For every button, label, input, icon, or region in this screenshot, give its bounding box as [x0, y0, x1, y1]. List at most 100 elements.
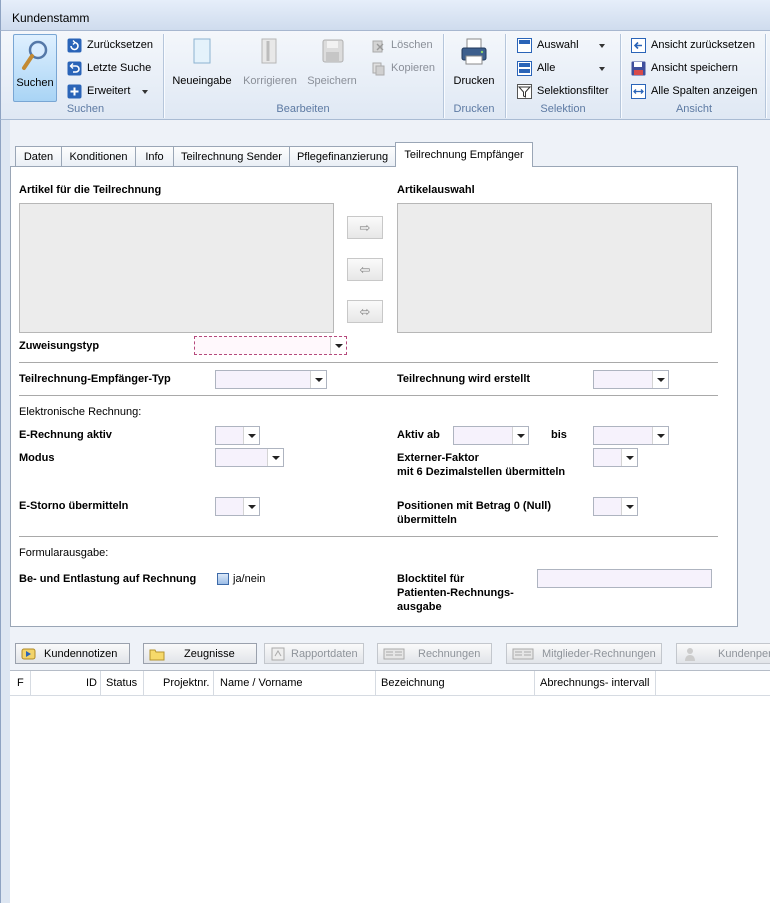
tab-teilrechnung-empfaenger[interactable]: Teilrechnung Empfänger — [395, 142, 533, 167]
reset-search-button[interactable]: Zurücksetzen — [67, 36, 159, 56]
invoice-icon — [512, 648, 534, 660]
tab-teilrechnung-sender[interactable]: Teilrechnung Sender — [173, 146, 290, 167]
created-select[interactable] — [593, 370, 669, 389]
active-from-select[interactable] — [453, 426, 529, 445]
null-pos-select[interactable] — [593, 497, 638, 516]
e-invoice-active-select[interactable] — [215, 426, 260, 445]
column-header-status[interactable]: Status — [106, 677, 137, 689]
last-search-label: Letzte Suche — [87, 62, 152, 74]
customer-grid[interactable] — [10, 670, 770, 903]
filter-icon — [517, 84, 532, 99]
columns-icon — [631, 84, 646, 99]
reset-view-button[interactable]: Ansicht zurücksetzen — [631, 36, 759, 56]
customer-notes-button[interactable]: Kundennotizen — [15, 643, 130, 664]
chevron-down-icon[interactable] — [310, 371, 326, 388]
null-pos-label-2: übermitteln — [397, 514, 457, 526]
column-header-abrechnungsintervall[interactable]: Abrechnungs- intervall — [540, 677, 649, 689]
copy-icon — [372, 62, 385, 76]
new-entry-label: Neueingabe — [172, 75, 232, 87]
move-left-button[interactable]: ⇦ — [347, 258, 383, 281]
chevron-down-icon[interactable] — [330, 337, 346, 354]
block-title-input[interactable] — [537, 569, 712, 588]
reset-search-label: Zurücksetzen — [87, 39, 154, 51]
chevron-down-icon — [599, 44, 605, 48]
copy-label: Kopieren — [391, 62, 436, 74]
tab-konditionen[interactable]: Konditionen — [61, 146, 136, 167]
chevron-down-icon[interactable] — [243, 427, 259, 444]
chevron-down-icon[interactable] — [652, 427, 668, 444]
tab-pflegefinanzierung[interactable]: Pflegefinanzierung — [289, 146, 396, 167]
until-label: bis — [551, 429, 567, 441]
ext-factor-label-2: mit 6 Dezimalstellen übermitteln — [397, 466, 566, 478]
delete-icon — [372, 40, 384, 53]
chevron-down-icon[interactable] — [652, 371, 668, 388]
column-header-bezeichnung[interactable]: Bezeichnung — [381, 677, 445, 689]
delete-button[interactable]: Löschen — [371, 36, 435, 56]
ext-factor-select[interactable] — [593, 448, 638, 467]
group-label-selektion: Selektion — [540, 103, 586, 115]
selection-listbox[interactable] — [397, 203, 712, 333]
invoices-label: Rechnungen — [418, 648, 481, 660]
ribbon-toolbar: Suchen Zurücksetzen Letzte Suche Erweite… — [0, 31, 770, 120]
report-data-button[interactable]: Rapportdaten — [264, 643, 364, 664]
column-header-projektnr[interactable]: Projektnr. — [163, 677, 209, 689]
chevron-down-icon[interactable] — [621, 498, 637, 515]
edit-document-icon — [261, 38, 277, 64]
arrow-left-icon — [631, 38, 646, 53]
certificates-button[interactable]: Zeugnisse — [143, 643, 257, 664]
chevron-down-icon[interactable] — [621, 449, 637, 466]
selection-label: Artikelauswahl — [397, 184, 475, 196]
move-right-button[interactable]: ⇨ — [347, 216, 383, 239]
person-icon — [685, 648, 695, 661]
member-invoices-button[interactable]: Mitglieder-Rechnungen — [506, 643, 662, 664]
new-document-icon — [193, 38, 211, 64]
column-header-name[interactable]: Name / Vorname — [220, 677, 303, 689]
selection-filter-label: Selektionsfilter — [537, 85, 609, 97]
customer-persons-button[interactable]: Kundenper — [676, 643, 770, 664]
column-header-id[interactable]: ID — [86, 677, 97, 689]
tab-daten[interactable]: Daten — [15, 146, 62, 167]
new-entry-button[interactable]: Neueingabe — [169, 37, 235, 97]
tab-label: Daten — [23, 151, 54, 163]
move-both-button[interactable]: ⬄ — [347, 300, 383, 323]
chevron-down-icon[interactable] — [512, 427, 528, 444]
until-select[interactable] — [593, 426, 669, 445]
save-icon — [631, 61, 646, 76]
chevron-down-icon[interactable] — [243, 498, 259, 515]
mode-select[interactable] — [215, 448, 284, 467]
correct-label: Korrigieren — [243, 75, 297, 87]
articles-listbox[interactable] — [19, 203, 334, 333]
save-button[interactable]: Speichern — [303, 37, 361, 97]
auswahl-label: Auswahl — [537, 39, 579, 51]
receiver-type-select[interactable] — [215, 370, 327, 389]
save-view-button[interactable]: Ansicht speichern — [631, 59, 759, 79]
last-search-button[interactable]: Letzte Suche — [67, 59, 159, 79]
printer-icon — [461, 38, 487, 65]
invoices-button[interactable]: Rechnungen — [377, 643, 492, 664]
assign-type-select[interactable] — [194, 336, 347, 355]
copy-button[interactable]: Kopieren — [371, 59, 435, 79]
print-button[interactable]: Drucken — [449, 37, 499, 97]
auswahl-button[interactable]: Auswahl — [517, 36, 609, 56]
storno-select[interactable] — [215, 497, 260, 516]
search-button[interactable]: Suchen — [13, 34, 57, 102]
tab-label: Teilrechnung Empfänger — [404, 149, 524, 161]
group-label-ansicht: Ansicht — [675, 103, 713, 115]
assign-type-label: Zuweisungstyp — [19, 340, 100, 352]
created-label: Teilrechnung wird erstellt — [397, 373, 531, 385]
chevron-down-icon[interactable] — [267, 449, 283, 466]
reset-view-label: Ansicht zurücksetzen — [651, 39, 755, 51]
correct-button[interactable]: Korrigieren — [239, 37, 301, 97]
show-all-columns-button[interactable]: Alle Spalten anzeigen — [631, 82, 759, 102]
selection-filter-button[interactable]: Selektionsfilter — [517, 82, 613, 102]
tab-info[interactable]: Info — [135, 146, 174, 167]
print-label: Drucken — [453, 75, 495, 87]
extended-search-button[interactable]: Erweitert — [67, 82, 159, 102]
tab-label: Konditionen — [69, 151, 128, 163]
window-title: Kundenstamm — [12, 11, 90, 25]
relief-checkbox[interactable] — [217, 573, 229, 585]
alle-button[interactable]: Alle — [517, 59, 609, 79]
report-data-label: Rapportdaten — [291, 648, 358, 660]
column-header-f[interactable]: F — [17, 677, 24, 689]
null-pos-label-1: Positionen mit Betrag 0 (Null) — [397, 500, 552, 512]
